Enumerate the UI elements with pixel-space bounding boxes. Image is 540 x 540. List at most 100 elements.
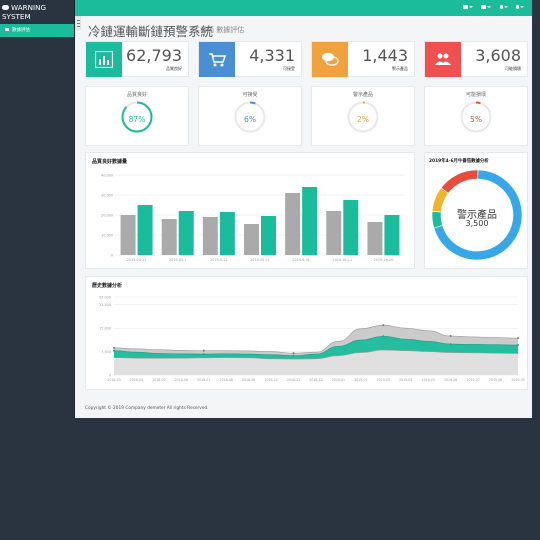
sidebar-item-label: 數據評估 bbox=[12, 28, 30, 33]
x-tick-label: 2019-05 bbox=[422, 378, 435, 382]
chevron-down-icon bbox=[504, 6, 508, 8]
data-point bbox=[292, 352, 295, 355]
chevron-down-icon bbox=[487, 6, 491, 8]
x-tick-label: 2018-09 bbox=[242, 378, 255, 382]
x-tick-label: 2019-01 bbox=[332, 378, 345, 382]
x-tick-label: 2019-04-22 bbox=[127, 258, 147, 262]
users-icon bbox=[435, 53, 451, 65]
user-menu-button-2[interactable] bbox=[516, 5, 524, 11]
brand-line2: SYSTEM bbox=[2, 11, 31, 21]
bar bbox=[343, 200, 359, 255]
chat-icon bbox=[322, 52, 339, 66]
y-tick-label: 0 bbox=[111, 253, 113, 257]
stat-icon-box bbox=[86, 42, 122, 77]
x-tick-label: 2019-5-11 bbox=[210, 258, 228, 262]
menu-line bbox=[77, 26, 80, 27]
data-point bbox=[382, 324, 385, 327]
main-content: 冷鏈運輸斷鏈預警系統 牛番茄 數據評估 62,793 品質良好 4,331 可接… bbox=[75, 0, 532, 418]
y-tick-label: 40,000 bbox=[101, 173, 113, 177]
data-point bbox=[517, 337, 519, 340]
gauge-value: 2% bbox=[357, 115, 369, 124]
brand-logo[interactable]: WARNING SYSTEM bbox=[2, 3, 74, 21]
gauge-value: 5% bbox=[470, 115, 482, 124]
gauge-card-warning: 警示產品 2% bbox=[311, 86, 415, 146]
bar bbox=[326, 211, 342, 255]
bar bbox=[285, 193, 301, 255]
gauge-title: 可能損壞 bbox=[465, 92, 486, 98]
stat-card-warning: 1,443 警示產品 bbox=[311, 41, 415, 77]
bar-chart: 0 10,000 20,000 30,000 40,000 2019-04-22 2019-… bbox=[101, 173, 404, 262]
y-tick-label: 20,000 bbox=[101, 213, 113, 217]
bar bbox=[178, 211, 194, 255]
user-icon bbox=[500, 5, 503, 9]
stat-icon-box bbox=[425, 42, 461, 77]
stat-value: 1,443 bbox=[362, 46, 408, 65]
data-point bbox=[382, 335, 385, 338]
chat-bubble-icon bbox=[2, 5, 9, 10]
cart-icon bbox=[209, 53, 226, 67]
chevron-down-icon bbox=[469, 6, 473, 8]
menu-line bbox=[77, 20, 80, 21]
stat-label: 品質良好 bbox=[166, 66, 182, 71]
gauge-title: 可接受 bbox=[242, 92, 258, 98]
data-point bbox=[202, 353, 205, 356]
bar bbox=[367, 222, 383, 255]
x-tick-label: 2019-08 bbox=[489, 378, 502, 382]
stat-label: 可接受 bbox=[283, 66, 295, 71]
bar bbox=[261, 216, 276, 255]
home-icon bbox=[5, 28, 9, 31]
y-tick-label: 15,000 bbox=[99, 327, 111, 331]
grid-icon bbox=[463, 5, 468, 9]
y-tick-label: 7,500 bbox=[101, 350, 111, 354]
stat-value: 4,331 bbox=[249, 46, 295, 65]
stat-card-acceptable: 4,331 可接受 bbox=[198, 41, 302, 77]
data-point bbox=[449, 343, 452, 346]
gauge-title: 品質良好 bbox=[126, 92, 147, 98]
chevron-down-icon bbox=[520, 6, 524, 8]
x-tick-label: 2019-06 bbox=[444, 378, 457, 382]
gauge-card-damaged: 可能損壞 5% bbox=[424, 86, 528, 146]
bar bbox=[384, 215, 400, 255]
sidebar-item-data-evaluation[interactable]: 數據評估 bbox=[0, 24, 74, 37]
bar bbox=[137, 205, 153, 255]
gauge-value: 6% bbox=[244, 115, 256, 124]
donut-slice bbox=[440, 169, 479, 194]
stat-label: 警示產品 bbox=[392, 66, 408, 71]
page-subtitle: 牛番茄 數據評估 bbox=[193, 26, 245, 34]
gauge-card-acceptable: 可接受 6% bbox=[198, 86, 302, 146]
x-tick-label: 2018-07 bbox=[197, 378, 210, 382]
data-point bbox=[517, 344, 519, 347]
data-point bbox=[449, 335, 452, 337]
x-tick-label: 2018-06 bbox=[175, 378, 188, 382]
area-chart: 0 7,500 15,000 22,500 25,000 2018-03 2018-04 20… bbox=[99, 295, 525, 382]
x-tick-label: 2019-16-20 bbox=[374, 258, 394, 262]
sidebar-toggle-button[interactable] bbox=[75, 16, 81, 30]
x-tick-label: 2018-11 bbox=[287, 378, 300, 382]
sidebar: WARNING SYSTEM 數據評估 bbox=[0, 0, 75, 418]
x-tick-label: 2019-09 bbox=[511, 378, 524, 382]
stat-icon-box bbox=[312, 42, 348, 77]
x-tick-label: 2019-16-11 bbox=[332, 258, 352, 262]
bar bbox=[244, 224, 259, 255]
y-tick-label: 10,000 bbox=[101, 233, 113, 237]
bar bbox=[120, 215, 136, 255]
stat-card-good: 62,793 品質良好 bbox=[85, 41, 189, 77]
data-point bbox=[292, 354, 295, 357]
donut-center-value: 3,500 bbox=[465, 219, 489, 228]
x-tick-label: 2019-07 bbox=[466, 378, 479, 382]
bar bbox=[202, 217, 218, 255]
bar bbox=[219, 212, 235, 255]
x-tick-label: 2018-03 bbox=[107, 378, 120, 382]
grid-menu-button[interactable] bbox=[463, 5, 473, 11]
x-tick-label: 2019-6-01 bbox=[292, 258, 310, 262]
gauge-card-good: 品質良好 87% bbox=[85, 86, 189, 146]
gauge-title: 警示產品 bbox=[352, 92, 373, 98]
stat-label: 可能損壞 bbox=[505, 66, 521, 71]
bar-chart-panel: 品質良好數據量 0 10,000 20,000 30,000 40,000 2019-04… bbox=[85, 152, 415, 269]
user-menu-button[interactable] bbox=[500, 5, 508, 11]
stat-value: 62,793 bbox=[126, 46, 182, 65]
y-tick-label: 25,000 bbox=[99, 295, 111, 299]
tasks-icon bbox=[481, 5, 486, 9]
x-tick-label: 2018-10 bbox=[264, 378, 277, 382]
tasks-menu-button[interactable] bbox=[481, 5, 491, 11]
